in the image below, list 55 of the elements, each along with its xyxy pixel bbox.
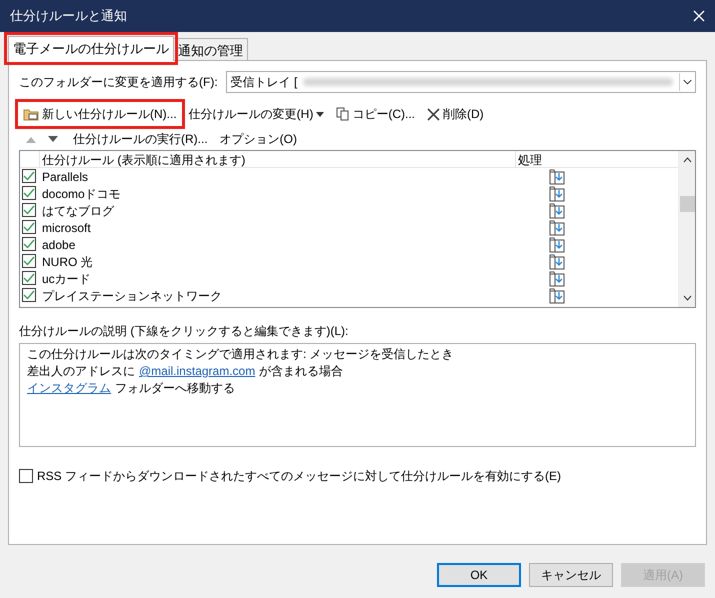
column-header[interactable]: 仕分けルール (表示順に適用されます) bbox=[40, 151, 516, 167]
scroll-down-icon[interactable] bbox=[682, 295, 692, 301]
toolbar-button[interactable]: 仕分けルールの実行(R)... bbox=[69, 128, 212, 150]
dialog-button[interactable]: OK bbox=[437, 563, 521, 587]
move-to-folder-icon bbox=[549, 236, 565, 252]
folder-label: このフォルダーに変更を適用する(F): bbox=[19, 74, 218, 91]
caret-icon bbox=[316, 112, 324, 116]
checkbox[interactable] bbox=[22, 288, 36, 302]
rule-name: microsoft bbox=[41, 220, 92, 236]
checkbox[interactable] bbox=[22, 202, 36, 216]
move-to-folder-icon bbox=[549, 254, 565, 270]
rule-name: ucカード bbox=[41, 270, 92, 288]
toolbar-button[interactable]: 新しい仕分けルール(N)... bbox=[19, 103, 181, 125]
folder-dropdown[interactable]: 受信トレイ [ bbox=[226, 71, 696, 93]
scrollbar-thumb[interactable] bbox=[680, 196, 694, 212]
description-text: 差出人のアドレスに bbox=[27, 363, 135, 380]
checkbox[interactable] bbox=[19, 469, 33, 483]
column-header[interactable]: 処理 bbox=[516, 151, 542, 167]
toolbar-button[interactable]: 仕分けルールの変更(H) bbox=[184, 103, 328, 125]
checkbox-label: RSS フィードからダウンロードされたすべてのメッセージに対して仕分けルールを有効にする(E) bbox=[37, 468, 562, 485]
delete-icon bbox=[427, 108, 440, 120]
move-to-folder-icon bbox=[549, 202, 565, 218]
description-text: フォルダーへ移動する bbox=[115, 380, 235, 397]
rule-name: プレイステーションネットワーク bbox=[41, 288, 223, 304]
rule-name: adobe bbox=[41, 236, 76, 254]
rule-name: docomoドコモ bbox=[41, 186, 122, 202]
copy-icon bbox=[336, 107, 350, 121]
folder-icon bbox=[23, 107, 39, 121]
window-title: 仕分けルールと通知 bbox=[10, 7, 127, 26]
move-to-folder-icon bbox=[549, 220, 565, 236]
checkbox[interactable] bbox=[22, 236, 36, 250]
checkbox[interactable] bbox=[22, 168, 36, 182]
link[interactable]: インスタグラム bbox=[27, 380, 111, 397]
move-to-folder-icon bbox=[549, 186, 565, 202]
toolbar-button[interactable]: オプション(O) bbox=[216, 128, 301, 150]
down-arrow-icon[interactable] bbox=[47, 136, 59, 142]
rule-name: Parallels bbox=[41, 168, 90, 186]
toolbar-button[interactable]: 削除(D) bbox=[423, 103, 488, 125]
dialog-button[interactable]: キャンセル bbox=[529, 563, 613, 587]
checkbox[interactable] bbox=[22, 220, 36, 234]
checkbox[interactable] bbox=[22, 186, 36, 200]
description-text: この仕分けルールは次のタイミングで適用されます: メッセージを受信したとき bbox=[27, 346, 454, 363]
rule-name: はてなブログ bbox=[41, 202, 116, 220]
close-icon[interactable] bbox=[693, 10, 705, 22]
checkbox[interactable] bbox=[22, 270, 36, 284]
toolbar-button[interactable]: コピー(C)... bbox=[332, 103, 420, 125]
move-to-folder-icon bbox=[549, 270, 565, 286]
description-text: が含まれる場合 bbox=[259, 363, 344, 380]
description-label: 仕分けルールの説明 (下線をクリックすると編集できます)(L): bbox=[19, 323, 350, 340]
scroll-up-icon[interactable] bbox=[682, 157, 692, 163]
rule-name: NURO 光 bbox=[41, 254, 94, 270]
move-to-folder-icon bbox=[549, 288, 565, 304]
link[interactable]: @mail.instagram.com bbox=[139, 363, 256, 380]
tab[interactable]: 通知の管理 bbox=[173, 38, 248, 60]
checkbox[interactable] bbox=[22, 254, 36, 268]
